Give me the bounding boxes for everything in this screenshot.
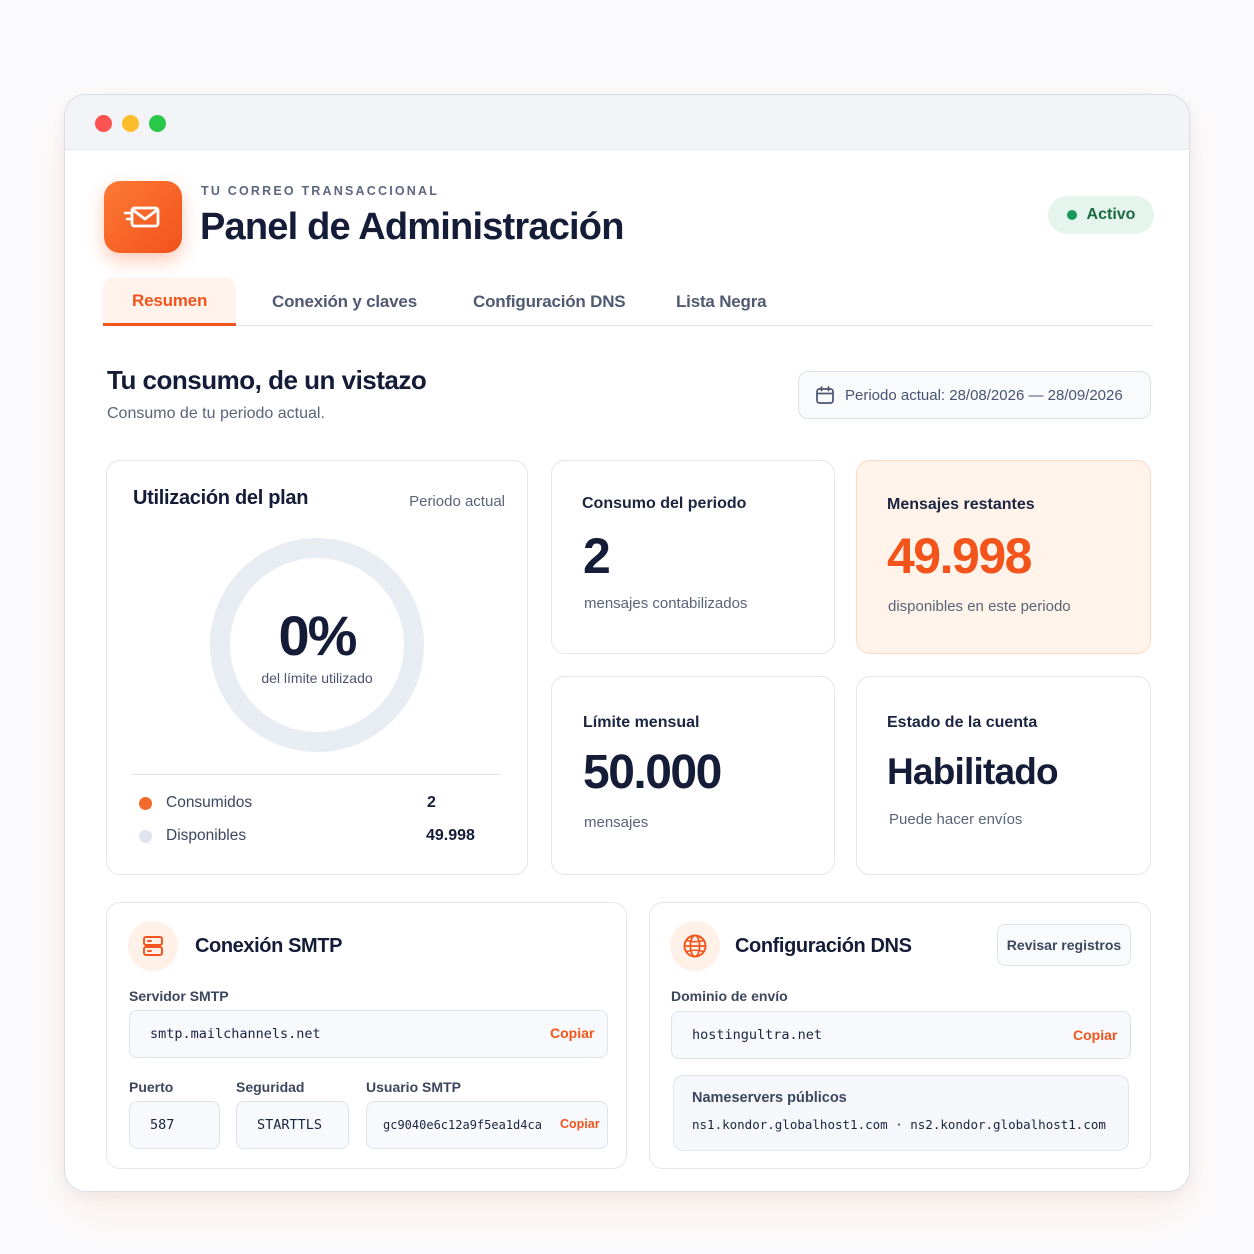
- legend-value-consumed: 2: [427, 794, 436, 811]
- smtp-title: Conexión SMTP: [195, 935, 343, 957]
- dns-title: Configuración DNS: [735, 935, 912, 957]
- section-subtitle: Consumo de tu periodo actual.: [107, 405, 325, 422]
- account-status-label: Estado de la cuenta: [887, 714, 1038, 731]
- status-badge: Activo: [1048, 196, 1154, 234]
- server-icon: [143, 936, 163, 956]
- legend-consumed: Consumidos 2: [139, 792, 479, 814]
- remaining-caption: disponibles en este periodo: [888, 598, 1071, 615]
- calendar-icon: [816, 386, 834, 404]
- legend-label-available: Disponibles: [166, 827, 247, 844]
- minimize-window-button[interactable]: [122, 115, 139, 132]
- smtp-user-label: Usuario SMTP: [366, 1079, 461, 1095]
- nameservers-label: Nameservers públicos: [692, 1090, 847, 1106]
- legend-label-consumed: Consumidos: [166, 794, 253, 811]
- smtp-icon-circle: [128, 921, 178, 971]
- copy-server-button[interactable]: Copiar: [550, 1025, 594, 1041]
- smtp-server-field[interactable]: smtp.mailchannels.net: [129, 1010, 608, 1058]
- remaining-value: 49.998: [887, 528, 1032, 584]
- main-content: TU CORREO TRANSACCIONAL Panel de Adminis…: [65, 149, 1189, 1191]
- window-titlebar: [65, 95, 1189, 149]
- limit-label: Límite mensual: [583, 714, 700, 731]
- dns-domain-value: hostingultra.net: [692, 1027, 823, 1043]
- review-records-button[interactable]: Revisar registros: [997, 924, 1131, 966]
- tab-lista-negra[interactable]: Lista Negra: [647, 278, 795, 326]
- account-status-value: Habilitado: [887, 751, 1059, 792]
- smtp-user-value: gc9040e6c12a9f5ea1d4ca: [383, 1118, 542, 1132]
- tab-conexion-claves[interactable]: Conexión y claves: [243, 278, 446, 326]
- usage-period-label: Periodo actual: [409, 493, 505, 510]
- smtp-port-field[interactable]: 587: [129, 1101, 220, 1149]
- usage-percent-caption: del límite utilizado: [261, 670, 373, 686]
- smtp-security-value: STARTTLS: [257, 1117, 323, 1133]
- smtp-server-label: Servidor SMTP: [129, 988, 229, 1004]
- limit-card: Límite mensual 50.000 mensajes: [551, 676, 835, 875]
- eyebrow-label: TU CORREO TRANSACCIONAL: [201, 184, 440, 198]
- smtp-card: Conexión SMTP Servidor SMTP smtp.mailcha…: [106, 902, 627, 1169]
- remaining-card: Mensajes restantes 49.998 disponibles en…: [856, 460, 1151, 654]
- consumption-card: Consumo del periodo 2 mensajes contabili…: [551, 460, 835, 654]
- app-logo: [104, 181, 182, 253]
- dns-domain-field[interactable]: hostingultra.net: [671, 1011, 1131, 1059]
- usage-percent: 0%: [278, 604, 358, 667]
- nameservers-values: ns1.kondor.globalhost1.com · ns2.kondor.…: [692, 1117, 1106, 1132]
- section-title: Tu consumo, de un vistazo: [107, 365, 427, 395]
- consumption-value: 2: [583, 528, 611, 584]
- tab-resumen[interactable]: Resumen: [103, 278, 237, 326]
- dns-icon-circle: [670, 921, 720, 971]
- legend-available: Disponibles 49.998: [139, 825, 479, 847]
- smtp-server-value: smtp.mailchannels.net: [150, 1026, 321, 1042]
- status-label: Activo: [1086, 206, 1136, 223]
- dns-domain-label: Dominio de envío: [671, 988, 788, 1004]
- smtp-port-value: 587: [150, 1117, 175, 1133]
- consumption-label: Consumo del periodo: [582, 495, 747, 512]
- legend-value-available: 49.998: [426, 827, 475, 844]
- limit-value: 50.000: [583, 746, 722, 799]
- tab-configuracion-dns[interactable]: Configuración DNS: [444, 278, 654, 326]
- legend-dot-available: [139, 829, 152, 843]
- copy-user-button[interactable]: Copiar: [560, 1117, 600, 1131]
- nameservers-box: Nameservers públicos ns1.kondor.globalho…: [673, 1075, 1129, 1151]
- app-window: TU CORREO TRANSACCIONAL Panel de Adminis…: [64, 94, 1190, 1192]
- smtp-port-label: Puerto: [129, 1079, 174, 1095]
- status-dot-icon: [1066, 210, 1077, 220]
- smtp-security-field[interactable]: STARTTLS: [236, 1101, 349, 1149]
- page-title: Panel de Administración: [200, 206, 624, 248]
- usage-divider: [131, 774, 501, 775]
- account-status-caption: Puede hacer envíos: [889, 811, 1023, 828]
- globe-icon: [683, 934, 707, 958]
- close-window-button[interactable]: [95, 115, 112, 132]
- limit-caption: mensajes: [584, 814, 649, 831]
- copy-domain-button[interactable]: Copiar: [1073, 1027, 1117, 1043]
- remaining-label: Mensajes restantes: [887, 496, 1035, 513]
- consumption-caption: mensajes contabilizados: [584, 595, 748, 612]
- legend-dot-consumed: [139, 796, 152, 810]
- maximize-window-button[interactable]: [149, 115, 166, 132]
- period-selector[interactable]: Periodo actual: 28/08/2026 — 28/09/2026: [798, 371, 1151, 419]
- account-status-card: Estado de la cuenta Habilitado Puede hac…: [856, 676, 1151, 875]
- smtp-security-label: Seguridad: [236, 1079, 305, 1095]
- tab-bar: Resumen Conexión y claves Configuración …: [103, 278, 1153, 326]
- usage-title: Utilización del plan: [133, 487, 309, 509]
- dns-card: Configuración DNS Revisar registros Domi…: [649, 902, 1151, 1169]
- envelope-icon: [123, 206, 160, 228]
- period-label: Periodo actual: 28/08/2026 — 28/09/2026: [845, 386, 1123, 404]
- usage-card: Utilización del plan Periodo actual 0% d…: [106, 460, 528, 875]
